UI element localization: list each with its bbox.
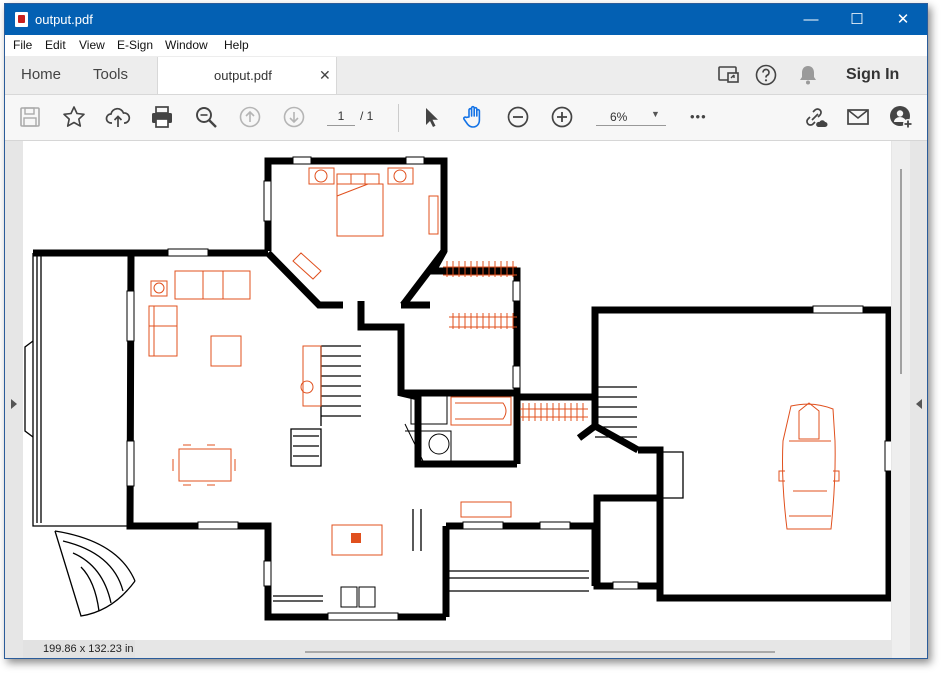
tab-tools[interactable]: Tools: [93, 66, 128, 83]
menu-help[interactable]: Help: [224, 38, 249, 52]
document-tab-label: output.pdf: [214, 68, 272, 83]
add-user-icon[interactable]: [888, 104, 914, 130]
close-button[interactable]: ✕: [880, 4, 926, 35]
page-total-label: / 1: [360, 109, 374, 123]
mail-icon[interactable]: [845, 104, 871, 130]
page-size-status: 199.86 x 132.23 in: [23, 640, 135, 658]
more-icon[interactable]: •••: [690, 109, 707, 124]
pdf-app-icon: [15, 12, 28, 27]
print-icon[interactable]: [149, 104, 175, 130]
share-screen-icon[interactable]: [717, 63, 741, 87]
toolbar-divider: [398, 104, 399, 132]
toolbar: 1 / 1 6% ▼ •••: [5, 95, 927, 141]
zoom-search-icon[interactable]: [193, 104, 219, 130]
menu-window[interactable]: Window: [165, 38, 208, 52]
upload-cloud-icon[interactable]: [105, 104, 131, 130]
link-cloud-icon[interactable]: [802, 104, 828, 130]
bell-icon[interactable]: [796, 63, 820, 87]
menu-view[interactable]: View: [79, 38, 105, 52]
window-title: output.pdf: [35, 12, 93, 27]
zoom-out-icon[interactable]: [505, 104, 531, 130]
tab-document[interactable]: output.pdf ✕: [157, 57, 337, 94]
tab-bar: Home Tools output.pdf ✕ Sign In: [5, 56, 927, 95]
menu-esign[interactable]: E-Sign: [117, 38, 153, 52]
page-size-label: 199.86 x 132.23 in: [43, 643, 134, 655]
select-cursor-icon[interactable]: [418, 104, 444, 130]
hand-icon[interactable]: [461, 104, 487, 130]
help-icon[interactable]: [754, 63, 778, 87]
zoom-in-icon[interactable]: [549, 104, 575, 130]
app-window: output.pdf — ☐ ✕ File Edit View E-Sign W…: [4, 3, 928, 659]
star-icon[interactable]: [61, 104, 87, 130]
title-bar: output.pdf — ☐ ✕: [5, 4, 927, 35]
zoom-level-value: 6%: [610, 110, 628, 124]
maximize-button[interactable]: ☐: [834, 4, 880, 35]
document-tab-close-button[interactable]: ✕: [319, 67, 331, 84]
left-panel-toggle-icon[interactable]: [11, 399, 17, 409]
right-panel-toggle-icon[interactable]: [916, 399, 922, 409]
menu-file[interactable]: File: [13, 38, 32, 52]
page-number-input[interactable]: 1: [327, 109, 355, 126]
tab-home[interactable]: Home: [21, 66, 61, 83]
chevron-down-icon: ▼: [651, 109, 660, 119]
horizontal-scrollbar[interactable]: [305, 651, 775, 653]
save-icon[interactable]: [17, 104, 43, 130]
vertical-scrollbar[interactable]: [892, 141, 910, 658]
sign-in-button[interactable]: Sign In: [846, 66, 899, 84]
pdf-page[interactable]: [23, 141, 891, 640]
page-up-icon[interactable]: [237, 104, 263, 130]
document-area: 199.86 x 132.23 in: [5, 141, 927, 658]
zoom-level-select[interactable]: 6% ▼: [596, 109, 666, 126]
menu-edit[interactable]: Edit: [45, 38, 66, 52]
minimize-button[interactable]: —: [788, 4, 834, 35]
floor-plan-drawing: [24, 156, 891, 621]
menu-bar: File Edit View E-Sign Window Help: [5, 35, 927, 57]
page-down-icon[interactable]: [281, 104, 307, 130]
vertical-scroll-thumb[interactable]: [900, 169, 902, 374]
